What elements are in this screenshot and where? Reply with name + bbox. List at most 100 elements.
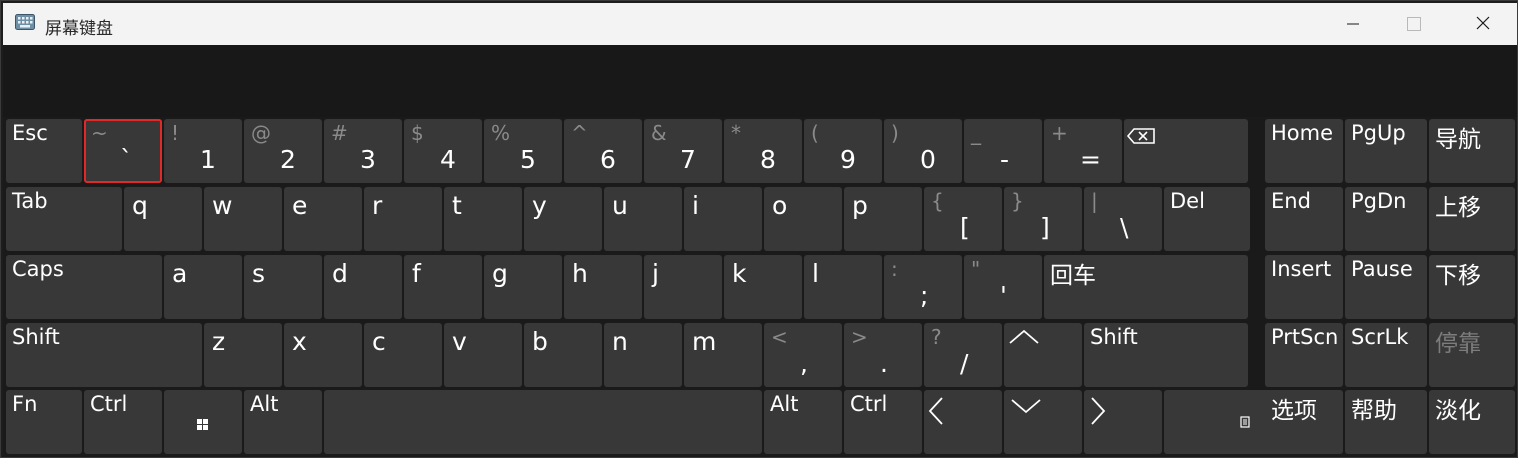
key-g[interactable]: g xyxy=(484,255,562,319)
key-5[interactable]: % 5 xyxy=(484,119,562,183)
key-shift-symbol: # xyxy=(331,121,348,145)
key-shift-symbol: " xyxy=(971,257,981,281)
key-left-arrow[interactable] xyxy=(924,390,1002,454)
close-button[interactable] xyxy=(1449,3,1513,45)
key-ctrl-left[interactable]: Ctrl xyxy=(84,390,162,454)
key-3[interactable]: #3 xyxy=(324,119,402,183)
key-q[interactable]: q xyxy=(124,187,202,251)
key-up-arrow[interactable] xyxy=(1004,323,1082,387)
key-i[interactable]: i xyxy=(684,187,762,251)
key-b[interactable]: b xyxy=(524,323,602,387)
key-tab[interactable]: Tab xyxy=(6,187,122,251)
key-s[interactable]: s xyxy=(244,255,322,319)
key-semicolon[interactable]: :; xyxy=(884,255,962,319)
keyboard-area: Esc ~ `! 1 @2 #3 $4% 5 ^ 6 & 7 * 8(9) 0 _ - + = Tab q w e r t y u i… xyxy=(3,117,1517,457)
key-right-arrow[interactable] xyxy=(1084,390,1162,454)
key-shift-symbol: _ xyxy=(971,121,981,145)
key-pgdn[interactable]: PgDn xyxy=(1345,187,1427,251)
key-enter[interactable]: 回车 xyxy=(1044,255,1248,319)
left-arrow-icon xyxy=(928,397,943,425)
key-nav[interactable]: 导航 xyxy=(1429,119,1515,183)
key-x[interactable]: x xyxy=(284,323,362,387)
key-help[interactable]: 帮助 xyxy=(1345,390,1427,454)
key-u[interactable]: u xyxy=(604,187,682,251)
key-6[interactable]: ^ 6 xyxy=(564,119,642,183)
key-r[interactable]: r xyxy=(364,187,442,251)
key-end[interactable]: End xyxy=(1265,187,1343,251)
key-backspace[interactable] xyxy=(1124,119,1248,183)
key-equals[interactable]: + = xyxy=(1044,119,1122,183)
key-j[interactable]: j xyxy=(644,255,722,319)
key-t[interactable]: t xyxy=(444,187,522,251)
key-home[interactable]: Home xyxy=(1265,119,1343,183)
key-o[interactable]: o xyxy=(764,187,842,251)
key-left-bracket[interactable]: {[ xyxy=(924,187,1002,251)
key-d[interactable]: d xyxy=(324,255,402,319)
key-del[interactable]: Del xyxy=(1164,187,1250,251)
key-prtscn[interactable]: PrtScn xyxy=(1265,323,1343,387)
key-backslash[interactable]: | \ xyxy=(1084,187,1162,251)
key-p[interactable]: p xyxy=(844,187,922,251)
key-letter: s xyxy=(252,259,266,288)
key-l[interactable]: l xyxy=(804,255,882,319)
key-move-down[interactable]: 下移 xyxy=(1429,255,1515,319)
key-f[interactable]: f xyxy=(404,255,482,319)
key-symbol: ] xyxy=(1040,213,1050,242)
key-2[interactable]: @2 xyxy=(244,119,322,183)
key-fn[interactable]: Fn xyxy=(6,390,82,454)
key-slash[interactable]: ? / xyxy=(924,323,1002,387)
key-a[interactable]: a xyxy=(164,255,242,319)
key-v[interactable]: v xyxy=(444,323,522,387)
key-alt-right[interactable]: Alt xyxy=(764,390,842,454)
key-minus[interactable]: _ - xyxy=(964,119,1042,183)
key-ctrl-right[interactable]: Ctrl xyxy=(844,390,922,454)
key-z[interactable]: z xyxy=(204,323,282,387)
key-scrlk[interactable]: ScrLk xyxy=(1345,323,1427,387)
key-pause[interactable]: Pause xyxy=(1345,255,1427,319)
key-options[interactable]: 选项 xyxy=(1265,390,1343,454)
key-c[interactable]: c xyxy=(364,323,442,387)
key-1[interactable]: ! 1 xyxy=(164,119,242,183)
key-h[interactable]: h xyxy=(564,255,642,319)
key-right-bracket[interactable]: }] xyxy=(1004,187,1082,251)
key-space[interactable] xyxy=(324,390,762,454)
key-label: End xyxy=(1271,189,1311,213)
key-caps[interactable]: Caps xyxy=(6,255,162,319)
key-0[interactable]: ) 0 xyxy=(884,119,962,183)
key-backtick[interactable]: ~ ` xyxy=(84,119,162,183)
key-k[interactable]: k xyxy=(724,255,802,319)
key-8[interactable]: * 8 xyxy=(724,119,802,183)
key-w[interactable]: w xyxy=(204,187,282,251)
key-insert[interactable]: Insert xyxy=(1265,255,1343,319)
key-label: Fn xyxy=(12,392,38,416)
key-period[interactable]: >. xyxy=(844,323,922,387)
key-9[interactable]: (9 xyxy=(804,119,882,183)
key-comma[interactable]: <, xyxy=(764,323,842,387)
key-y[interactable]: y xyxy=(524,187,602,251)
key-down-arrow[interactable] xyxy=(1004,390,1082,454)
key-alt-left[interactable]: Alt xyxy=(244,390,322,454)
key-letter: o xyxy=(772,191,788,220)
key-n[interactable]: n xyxy=(604,323,682,387)
key-e[interactable]: e xyxy=(284,187,362,251)
key-shift-right[interactable]: Shift xyxy=(1084,323,1248,387)
key-windows[interactable] xyxy=(164,390,242,454)
right-arrow-icon xyxy=(1091,397,1106,425)
key-symbol: / xyxy=(960,349,969,378)
key-letter: u xyxy=(612,191,628,220)
key-label: Ctrl xyxy=(850,392,888,416)
key-esc[interactable]: Esc xyxy=(6,119,82,183)
key-dock[interactable]: 停靠 xyxy=(1429,323,1515,387)
key-symbol: ; xyxy=(920,281,929,310)
key-move-up[interactable]: 上移 xyxy=(1429,187,1515,251)
key-shift-left[interactable]: Shift xyxy=(6,323,202,387)
maximize-button[interactable] xyxy=(1381,3,1445,45)
key-pgup[interactable]: PgUp xyxy=(1345,119,1427,183)
title-bar[interactable]: 屏幕键盘 xyxy=(3,3,1517,45)
key-4[interactable]: $4 xyxy=(404,119,482,183)
key-fade[interactable]: 淡化 xyxy=(1429,390,1515,454)
key-m[interactable]: m xyxy=(684,323,762,387)
key-7[interactable]: & 7 xyxy=(644,119,722,183)
minimize-button[interactable] xyxy=(1321,3,1385,45)
key-quote[interactable]: " ' xyxy=(964,255,1042,319)
